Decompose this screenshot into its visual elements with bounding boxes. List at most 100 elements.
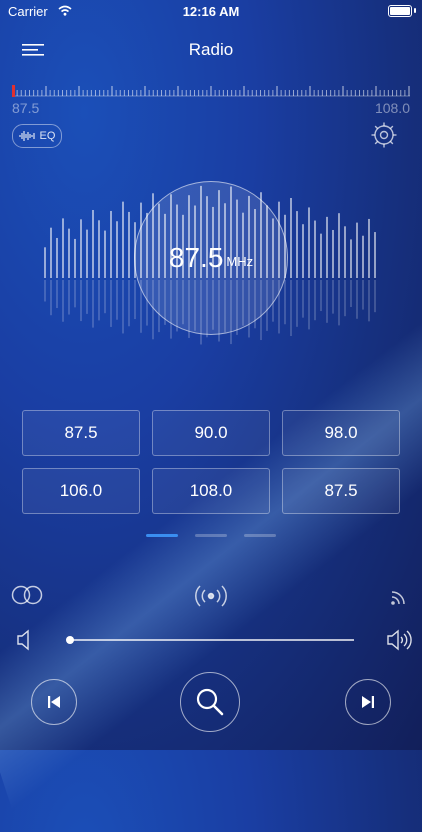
- visualizer-bar: [104, 230, 106, 278]
- visualizer-bar: [362, 235, 364, 278]
- eq-label: EQ: [39, 130, 56, 142]
- tuner-max-label: 108.0: [374, 100, 410, 116]
- eq-button[interactable]: EQ: [12, 124, 62, 148]
- volume-slider-knob[interactable]: [66, 636, 74, 644]
- visualizer-bar: [344, 226, 346, 278]
- visualizer-reflection: [374, 280, 376, 313]
- visualizer-bar: [326, 216, 328, 278]
- visualizer-reflection: [122, 280, 124, 334]
- search-button[interactable]: [180, 672, 240, 732]
- visualizer-bar: [290, 197, 292, 278]
- visualizer-reflection: [74, 280, 76, 308]
- visualizer-bar: [128, 211, 130, 278]
- visualizer-bar: [356, 222, 358, 278]
- speaker-high-icon[interactable]: [386, 628, 412, 652]
- frequency-value: 87.5: [168, 242, 224, 273]
- visualizer-reflection: [116, 280, 118, 320]
- visualizer-reflection: [104, 280, 106, 314]
- battery-icon: [388, 5, 412, 17]
- visualizer-bar: [302, 224, 304, 278]
- visualizer-bar: [296, 211, 298, 278]
- preset-button-2[interactable]: 90.0: [152, 410, 270, 456]
- visualizer-bar: [338, 213, 340, 278]
- visualizer-reflection: [302, 280, 304, 318]
- page-indicator-3[interactable]: [244, 534, 276, 537]
- page-indicator-1[interactable]: [146, 534, 178, 537]
- status-bar: Carrier 12:16 AM: [0, 0, 422, 22]
- visualizer-bar: [308, 207, 310, 278]
- visualizer-reflection: [284, 280, 286, 325]
- visualizer-bar: [50, 227, 52, 278]
- tuner-marker: [12, 85, 15, 97]
- visualizer-bar: [314, 220, 316, 278]
- visualizer-reflection: [326, 280, 328, 323]
- visualizer-reflection: [50, 280, 52, 316]
- visualizer-reflection: [356, 280, 358, 319]
- speaker-low-icon[interactable]: [16, 628, 32, 652]
- visualizer-bar: [98, 220, 100, 278]
- gear-icon[interactable]: [370, 121, 398, 149]
- status-time: 12:16 AM: [182, 4, 240, 19]
- visualizer-reflection: [290, 280, 292, 337]
- visualizer-bar: [74, 238, 76, 278]
- visualizer-reflection: [62, 280, 64, 322]
- visualizer-reflection: [332, 280, 334, 314]
- search-icon: [196, 688, 224, 716]
- visualizer-reflection: [80, 280, 82, 322]
- preset-grid: 87.5 90.0 98.0 106.0 108.0 87.5: [22, 410, 400, 514]
- stereo-rings-icon[interactable]: [10, 584, 44, 606]
- volume-control: [0, 626, 422, 654]
- visualizer-bar: [374, 232, 376, 278]
- visualizer-reflection: [308, 280, 310, 330]
- frequency-unit: MHz: [226, 253, 254, 269]
- visualizer-bar: [62, 218, 64, 278]
- visualizer-bar: [56, 237, 58, 278]
- frequency-display: 87.5 MHz: [134, 181, 288, 335]
- visualizer-reflection: [44, 280, 46, 302]
- visualizer-bar: [68, 228, 70, 278]
- visualizer-bar: [86, 229, 88, 278]
- visualizer-reflection: [68, 280, 70, 315]
- visualizer-bar: [350, 239, 352, 278]
- visualizer-reflection: [92, 280, 94, 328]
- feature-row: [0, 580, 422, 612]
- battery-nub: [414, 8, 416, 13]
- visualizer-bar: [92, 210, 94, 278]
- preset-button-1[interactable]: 87.5: [22, 410, 140, 456]
- waveform-icon: [18, 131, 35, 141]
- preset-button-6[interactable]: 87.5: [282, 468, 400, 514]
- volume-slider-track[interactable]: [70, 639, 354, 641]
- page-indicator-2[interactable]: [195, 534, 227, 537]
- visualizer-bar: [110, 210, 112, 278]
- visualizer-reflection: [134, 280, 136, 320]
- visualizer-reflection: [344, 280, 346, 317]
- preset-button-3[interactable]: 98.0: [282, 410, 400, 456]
- visualizer-reflection: [98, 280, 100, 321]
- visualizer-reflection: [110, 280, 112, 327]
- visualizer-bar: [332, 229, 334, 278]
- broadcast-icon[interactable]: [192, 582, 230, 610]
- visualizer-reflection: [338, 280, 340, 326]
- visualizer-bar: [80, 219, 82, 278]
- visualizer-reflection: [56, 280, 58, 309]
- visualizer-reflection: [350, 280, 352, 308]
- visualizer-bar: [368, 218, 370, 278]
- visualizer-bar: [116, 221, 118, 278]
- next-icon: [362, 696, 374, 708]
- previous-button[interactable]: [31, 679, 77, 725]
- preset-button-4[interactable]: 106.0: [22, 468, 140, 514]
- next-button[interactable]: [345, 679, 391, 725]
- previous-icon: [48, 696, 60, 708]
- page-title: Radio: [188, 40, 234, 59]
- tuner-min-label: 87.5: [12, 100, 40, 116]
- visualizer-bar: [320, 233, 322, 278]
- tuner-scale[interactable]: [12, 82, 410, 102]
- visualizer-reflection: [314, 280, 316, 321]
- visualizer-reflection: [296, 280, 298, 327]
- visualizer-reflection: [320, 280, 322, 312]
- visualizer-bar: [122, 201, 124, 278]
- visualizer-reflection: [128, 280, 130, 327]
- preset-button-5[interactable]: 108.0: [152, 468, 270, 514]
- visualizer-reflection: [362, 280, 364, 310]
- wifi-cast-icon[interactable]: [390, 584, 412, 606]
